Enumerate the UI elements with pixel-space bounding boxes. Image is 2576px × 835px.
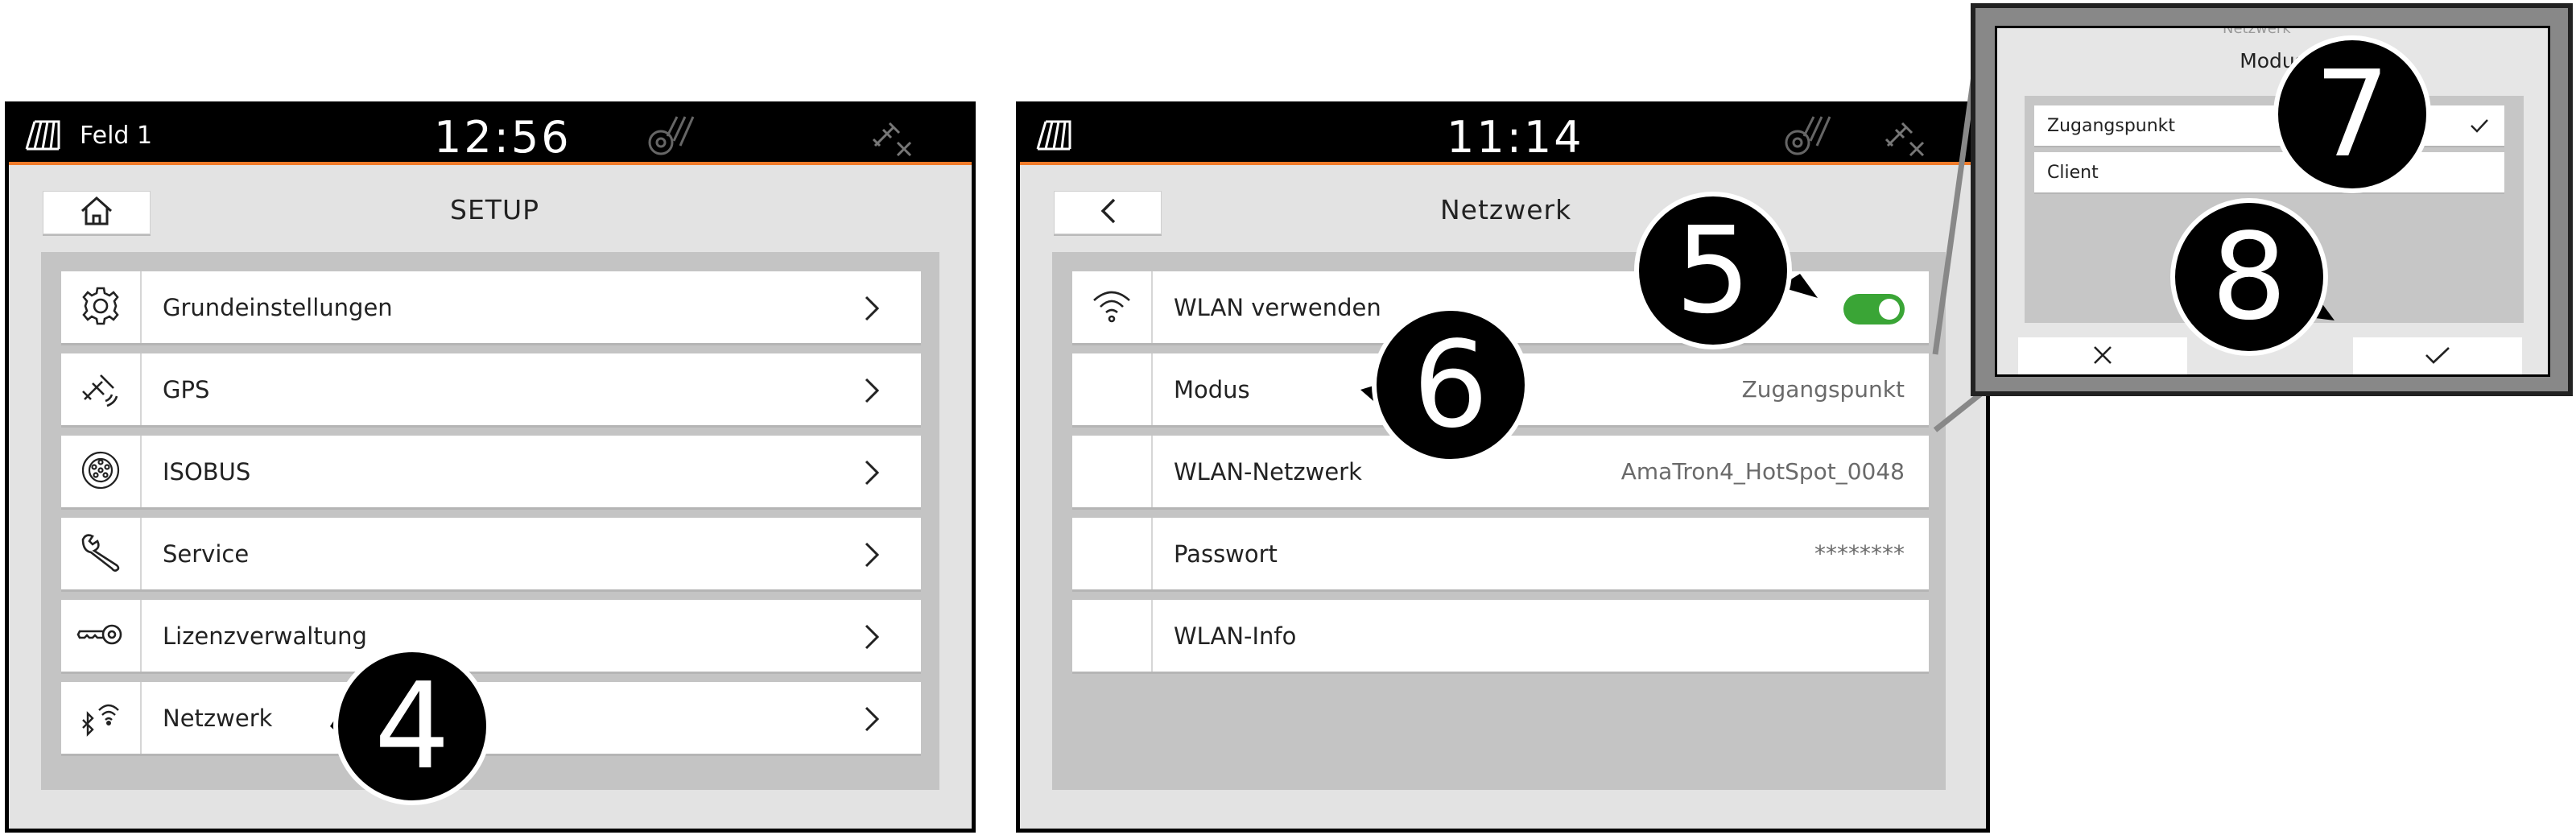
callout-4: 4: [333, 647, 491, 805]
callout-8: 8: [2170, 198, 2328, 356]
callout-6: 6: [1372, 306, 1530, 464]
callout-7: 7: [2273, 35, 2431, 193]
callout-5: 5: [1634, 192, 1792, 349]
